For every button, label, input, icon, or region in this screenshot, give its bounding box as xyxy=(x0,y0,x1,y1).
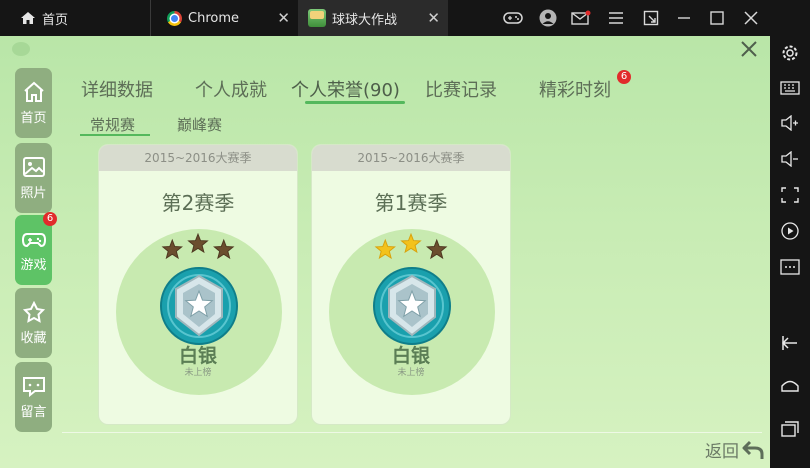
volume-down-icon[interactable] xyxy=(779,148,801,170)
star-dim-icon xyxy=(187,233,209,254)
divider xyxy=(62,432,762,433)
back-button[interactable]: 返回 xyxy=(705,437,764,462)
nav-label: 留言 xyxy=(20,404,47,420)
mail-icon[interactable] xyxy=(570,7,592,29)
game-area: 首页 照片 游戏 6 收藏 留言 详细数据 个人成就 个人荣誉(90) 比赛记录… xyxy=(0,36,770,468)
screen-icon[interactable] xyxy=(779,184,801,206)
record-icon[interactable] xyxy=(779,220,801,242)
star-dim-icon xyxy=(161,238,183,260)
active-tab-indicator xyxy=(305,101,405,104)
season-card[interactable]: 2015~2016大赛季 第1赛季 白银 未上榜 xyxy=(311,144,511,425)
nav-item-home[interactable]: 首页 xyxy=(15,68,52,138)
home-icon xyxy=(23,81,44,102)
tab-honors[interactable]: 个人荣誉(90) xyxy=(291,76,400,102)
star-lit-icon xyxy=(374,238,396,260)
menu-icon[interactable] xyxy=(605,7,627,29)
minimize-icon[interactable] xyxy=(673,7,695,29)
silver-rank-badge-icon xyxy=(373,267,451,345)
home-icon xyxy=(21,12,35,24)
nav-item-favorites[interactable]: 收藏 xyxy=(15,288,52,358)
season-title: 第1赛季 xyxy=(374,191,448,215)
photo-icon xyxy=(22,156,45,177)
back-icon[interactable] xyxy=(779,332,801,354)
season-stars xyxy=(374,233,448,260)
side-toolbar xyxy=(770,36,810,468)
keyboard-icon[interactable] xyxy=(779,77,801,99)
more-icon[interactable] xyxy=(779,256,801,278)
tab-highlights[interactable]: 精彩时刻 xyxy=(539,76,611,102)
tab-achievements[interactable]: 个人成就 xyxy=(195,76,267,102)
volume-up-icon[interactable] xyxy=(779,112,801,134)
close-icon[interactable]: ✕ xyxy=(277,9,290,27)
star-lit-icon xyxy=(400,233,422,254)
settings-icon[interactable] xyxy=(779,42,801,64)
corner-decoration xyxy=(12,42,30,56)
season-card[interactable]: 2015~2016大赛季 第2赛季 白银 未上榜 xyxy=(98,144,298,425)
close-icon[interactable] xyxy=(737,40,761,64)
tab-chrome[interactable]: Chrome ✕ xyxy=(150,0,298,36)
rank-status: 未上榜 xyxy=(184,368,212,378)
back-label: 返回 xyxy=(705,442,739,462)
nav-badge: 6 xyxy=(43,212,57,226)
rank-name: 白银 xyxy=(178,345,217,367)
silver-rank-badge-icon xyxy=(160,267,238,345)
close-icon[interactable] xyxy=(740,7,762,29)
gamepad-icon xyxy=(21,232,46,247)
tab-match-records[interactable]: 比赛记录 xyxy=(425,76,497,102)
message-icon xyxy=(22,376,45,397)
title-bar: 首页 Chrome ✕ 球球大作战 ✕ xyxy=(0,0,810,36)
nav-item-messages[interactable]: 留言 xyxy=(15,362,52,432)
tab-details[interactable]: 详细数据 xyxy=(81,76,153,102)
user-icon[interactable] xyxy=(537,7,559,29)
home-icon[interactable] xyxy=(779,374,801,396)
highlights-badge: 6 xyxy=(617,70,631,84)
chrome-icon xyxy=(167,10,182,26)
rank-name: 白银 xyxy=(391,345,430,367)
return-arrow-icon xyxy=(742,440,764,459)
tab-home[interactable]: 首页 xyxy=(0,0,150,36)
season-stars xyxy=(161,233,235,260)
game-icon xyxy=(308,9,326,27)
subtab-regular[interactable]: 常规赛 xyxy=(90,114,135,135)
gamepad-icon[interactable] xyxy=(502,7,524,29)
close-icon[interactable]: ✕ xyxy=(427,9,440,27)
nav-item-photos[interactable]: 照片 xyxy=(15,143,52,213)
active-subtab-indicator xyxy=(80,134,150,136)
rank-status: 未上榜 xyxy=(397,368,425,378)
tab-label: 首页 xyxy=(42,12,69,28)
tab-label: 球球大作战 xyxy=(332,12,398,28)
nav-label: 游戏 xyxy=(20,257,47,273)
season-header: 2015~2016大赛季 xyxy=(99,145,297,171)
external-icon[interactable] xyxy=(640,7,662,29)
tab-game[interactable]: 球球大作战 ✕ xyxy=(298,0,448,36)
nav-label: 照片 xyxy=(20,185,47,201)
season-header: 2015~2016大赛季 xyxy=(312,145,510,171)
tab-label: Chrome xyxy=(188,10,239,26)
star-icon xyxy=(22,300,45,323)
subtab-peak[interactable]: 巅峰赛 xyxy=(177,114,222,135)
season-title: 第2赛季 xyxy=(161,191,235,215)
nav-label: 收藏 xyxy=(20,330,47,346)
recent-icon[interactable] xyxy=(779,418,801,440)
nav-label: 首页 xyxy=(20,110,47,126)
star-dim-icon xyxy=(426,238,448,260)
star-dim-icon xyxy=(213,238,235,260)
maximize-icon[interactable] xyxy=(706,7,728,29)
